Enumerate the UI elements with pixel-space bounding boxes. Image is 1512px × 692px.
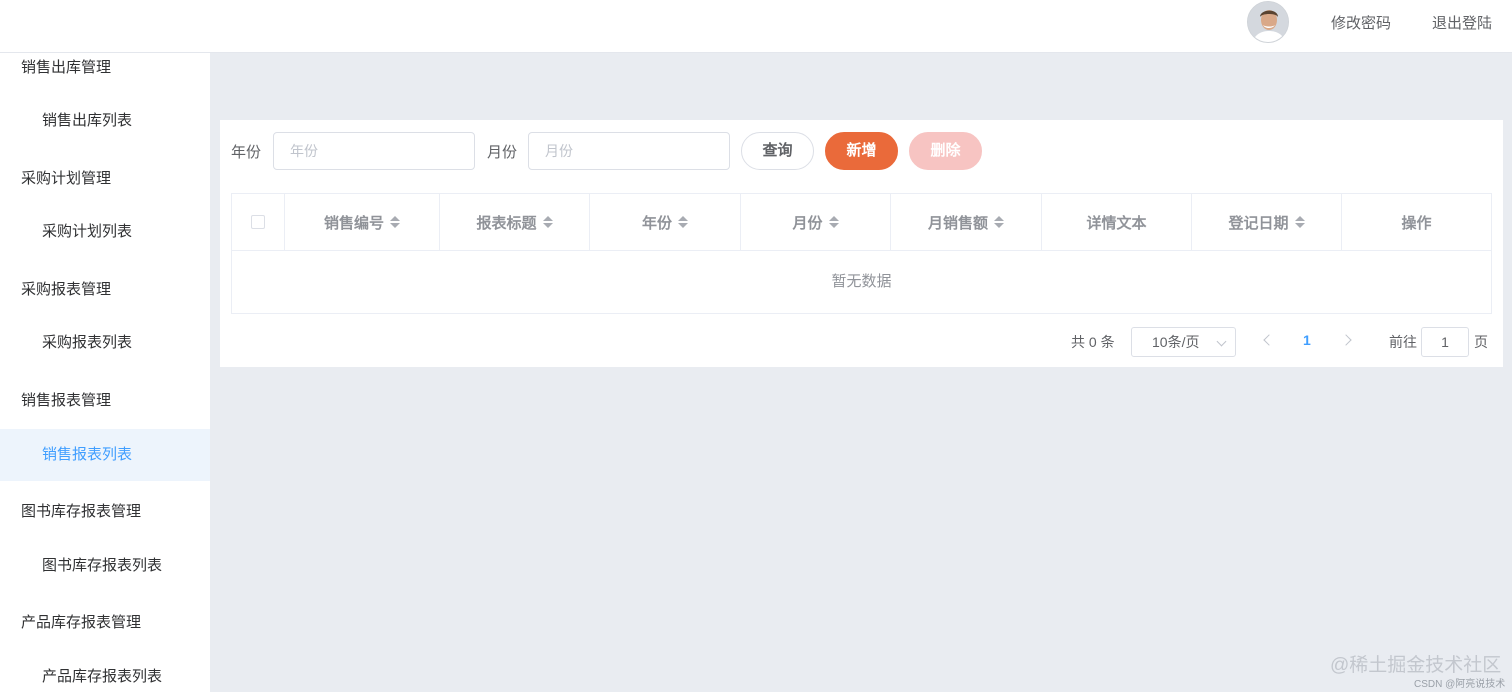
column-header-detail-text: 详情文本 xyxy=(1042,194,1192,250)
page-size-select[interactable]: 10条/页 xyxy=(1131,327,1236,357)
month-input[interactable] xyxy=(528,132,730,170)
column-label: 月销售额 xyxy=(927,214,988,232)
column-label: 销售编号 xyxy=(323,214,384,232)
empty-text: 暂无数据 xyxy=(831,273,892,290)
column-label: 详情文本 xyxy=(1086,214,1147,232)
goto-page-input[interactable] xyxy=(1421,327,1469,357)
page-number-current[interactable]: 1 xyxy=(1303,332,1311,348)
top-header: 修改密码 退出登陆 xyxy=(0,0,1512,53)
select-all-cell xyxy=(232,194,285,250)
sort-icon[interactable] xyxy=(828,216,839,228)
year-input[interactable] xyxy=(273,132,475,170)
column-header-report-title[interactable]: 报表标题 xyxy=(440,194,590,250)
page-size-value: 10条/页 xyxy=(1152,334,1200,350)
sidebar-item-sales-report-list[interactable]: 销售报表列表 xyxy=(0,429,210,481)
delete-button[interactable]: 删除 xyxy=(909,132,982,170)
column-header-actions: 操作 xyxy=(1342,194,1491,250)
sidebar-group-product-inventory-report[interactable]: 产品库存报表管理 xyxy=(0,608,210,638)
column-header-register-date[interactable]: 登记日期 xyxy=(1192,194,1342,250)
sidebar: 销售出库管理 销售出库列表 采购计划管理 采购计划列表 采购报表管理 采购报表列… xyxy=(0,53,210,692)
pagination-total: 共 0 条 xyxy=(1071,334,1115,350)
sidebar-group-purchase-report[interactable]: 采购报表管理 xyxy=(0,275,210,305)
sidebar-item-product-inventory-report-list[interactable]: 产品库存报表列表 xyxy=(0,651,210,692)
select-all-checkbox[interactable] xyxy=(251,215,265,229)
watermark-main: @稀土掘金技术社区 xyxy=(1330,655,1502,676)
logout-link[interactable]: 退出登陆 xyxy=(1432,12,1492,33)
column-header-monthly-sales[interactable]: 月销售额 xyxy=(891,194,1042,250)
page-unit-label: 页 xyxy=(1474,334,1488,350)
sort-icon[interactable] xyxy=(678,216,688,228)
year-label: 年份 xyxy=(231,144,262,161)
sidebar-group-sales-report[interactable]: 销售报表管理 xyxy=(0,386,210,416)
next-page-icon[interactable] xyxy=(1340,334,1352,346)
prev-page-icon[interactable] xyxy=(1263,334,1275,346)
sidebar-group-book-inventory-report[interactable]: 图书库存报表管理 xyxy=(0,497,210,527)
add-button[interactable]: 新增 xyxy=(825,132,898,170)
main-card: 年份 月份 查询 新增 删除 销售编号 报表标题 年份 月份 xyxy=(220,120,1503,367)
sidebar-group-sales-outbound[interactable]: 销售出库管理 xyxy=(0,53,210,83)
avatar-image xyxy=(1248,2,1288,42)
month-label: 月份 xyxy=(487,144,518,161)
change-password-link[interactable]: 修改密码 xyxy=(1331,12,1391,33)
sales-report-table: 销售编号 报表标题 年份 月份 月销售额 详情文本 登记日期 操作 暂无数据 xyxy=(231,193,1492,314)
sidebar-item-sales-outbound-list[interactable]: 销售出库列表 xyxy=(0,95,210,147)
sort-icon[interactable] xyxy=(1294,216,1305,228)
query-button[interactable]: 查询 xyxy=(741,132,814,170)
column-header-month[interactable]: 月份 xyxy=(741,194,891,250)
sort-icon[interactable] xyxy=(994,216,1004,228)
column-header-year[interactable]: 年份 xyxy=(590,194,741,250)
sidebar-item-purchase-plan-list[interactable]: 采购计划列表 xyxy=(0,206,210,258)
sidebar-group-purchase-plan[interactable]: 采购计划管理 xyxy=(0,164,210,194)
chevron-down-icon xyxy=(1216,336,1227,347)
sort-icon[interactable] xyxy=(542,216,553,228)
watermark-sub: CSDN @阿亮说技术 xyxy=(1414,679,1506,690)
column-label: 报表标题 xyxy=(476,214,537,232)
user-avatar[interactable] xyxy=(1247,1,1289,43)
column-label: 登记日期 xyxy=(1228,214,1289,232)
sort-icon[interactable] xyxy=(390,216,400,228)
column-header-sales-id[interactable]: 销售编号 xyxy=(285,194,440,250)
sidebar-item-book-inventory-report-list[interactable]: 图书库存报表列表 xyxy=(0,540,210,592)
table-header: 销售编号 报表标题 年份 月份 月销售额 详情文本 登记日期 操作 xyxy=(232,194,1491,251)
sidebar-item-purchase-report-list[interactable]: 采购报表列表 xyxy=(0,317,210,369)
column-label: 操作 xyxy=(1401,214,1432,232)
column-label: 月份 xyxy=(792,214,823,232)
column-label: 年份 xyxy=(641,214,672,232)
goto-label: 前往 xyxy=(1389,334,1417,350)
